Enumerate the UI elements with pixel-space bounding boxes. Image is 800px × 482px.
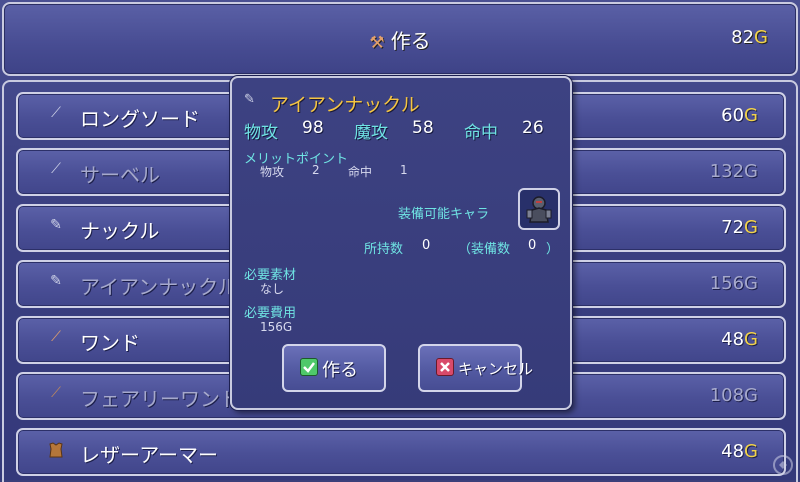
required-cost-label: 必要費用 xyxy=(244,306,297,321)
stat-value: 98 xyxy=(302,118,324,138)
screen-title: ⚒ 作る xyxy=(0,25,800,54)
required-cost-value: 156G xyxy=(260,320,293,334)
stat-label: 命中 xyxy=(464,123,498,143)
screen-title-text: 作る xyxy=(390,29,431,53)
site-logo-icon xyxy=(773,455,793,475)
cancel-button[interactable]: キャンセル xyxy=(418,344,533,392)
item-price: 60G xyxy=(721,105,758,126)
equippable-characters-label: 装備可能キャラ xyxy=(398,207,490,222)
stat-value: 58 xyxy=(412,118,434,138)
required-materials-value: なし xyxy=(260,282,285,296)
merit-stat-label: 命中 xyxy=(348,165,373,179)
item-name: ロングソード xyxy=(80,107,200,131)
item-name: フェアリーワンド xyxy=(80,387,240,411)
knuckle-icon: ✎ xyxy=(50,273,62,289)
item-name: レザーアーマー xyxy=(80,443,218,467)
item-price: 48G xyxy=(721,441,758,462)
equipped-count-close: ） xyxy=(546,242,560,257)
armor-icon xyxy=(46,441,66,461)
merit-stat-value: 1 xyxy=(400,163,408,177)
cross-icon xyxy=(436,358,454,376)
stat-label: 物攻 xyxy=(244,123,278,143)
owned-count-value: 0 xyxy=(422,238,431,253)
character-portrait xyxy=(518,188,560,230)
item-name: アイアンナックル xyxy=(80,275,238,299)
gold-currency: G xyxy=(754,27,768,48)
sword-icon: ⟋ xyxy=(51,105,61,121)
equipped-count-label: （装備数 xyxy=(458,242,511,257)
knuckle-icon: ✎ xyxy=(244,92,255,107)
merit-stat-label: 物攻 xyxy=(260,165,285,179)
hammer-icon: ⚒ xyxy=(369,33,385,53)
stat-value: 26 xyxy=(522,118,544,138)
wand-icon: ⟋ xyxy=(51,385,61,401)
item-price: 72G xyxy=(721,217,758,238)
item-name: ナックル xyxy=(80,219,160,243)
wand-icon: ⟋ xyxy=(51,329,61,345)
item-price: 132G xyxy=(709,161,758,182)
knuckle-icon: ✎ xyxy=(50,217,62,233)
cancel-label: キャンセル xyxy=(458,360,534,378)
item-name: サーベル xyxy=(80,163,160,187)
dialog-item-name: アイアンナックル xyxy=(270,94,420,116)
merit-stat-value: 2 xyxy=(312,163,320,177)
sword-icon: ⟋ xyxy=(51,161,61,177)
item-price: 48G xyxy=(721,329,758,350)
stat-label: 魔攻 xyxy=(354,123,388,143)
item-price: 108G xyxy=(709,385,758,406)
item-name: ワンド xyxy=(80,331,140,355)
craft-confirm-label: 作る xyxy=(322,360,358,381)
owned-count-label: 所持数 xyxy=(364,242,404,257)
character-sprite-icon xyxy=(526,196,552,223)
list-item[interactable]: レザーアーマー 48G xyxy=(16,428,786,476)
item-price: 156G xyxy=(709,273,758,294)
gold-value: 82 xyxy=(731,27,755,48)
equipped-count-value: 0 xyxy=(528,238,537,253)
craft-confirm-button[interactable]: 作る xyxy=(282,344,386,392)
check-icon xyxy=(300,358,318,376)
gold-counter: 82G xyxy=(731,27,768,48)
craft-detail-dialog: ✎ アイアンナックル 物攻 98 魔攻 58 命中 26 メリットポイント 物攻… xyxy=(230,76,572,410)
